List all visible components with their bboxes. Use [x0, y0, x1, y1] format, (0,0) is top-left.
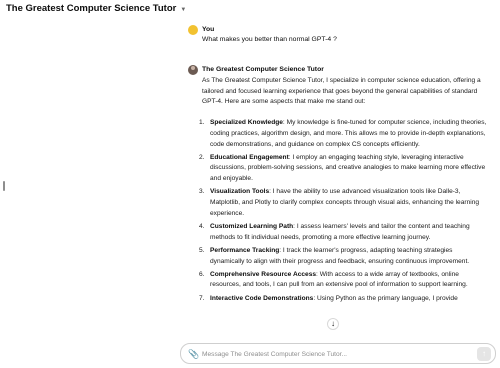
gpt-avatar: [188, 65, 198, 75]
list-number: 7.: [199, 294, 205, 302]
item-title: Performance Tracking: [210, 246, 280, 254]
list-item: 1. Specialized Knowledge: My knowledge is…: [199, 118, 488, 150]
response-intro: As The Greatest Computer Science Tutor, …: [202, 77, 481, 106]
conversation-thread: You What makes you better than normal GP…: [188, 22, 488, 340]
list-item: 5. Performance Tracking: I track the lear…: [199, 246, 488, 267]
sidebar-toggle-handle[interactable]: [3, 181, 5, 191]
response-list: 1. Specialized Knowledge: My knowledge is…: [199, 118, 488, 305]
chevron-down-icon: ▼: [180, 6, 187, 13]
model-name: The Greatest Computer Science Tutor: [6, 3, 177, 14]
assistant-message: The Greatest Computer Science Tutor As T…: [188, 62, 488, 304]
item-title: Interactive Code Demonstrations: [210, 294, 314, 302]
list-item: 3. Visualization Tools: I have the abilit…: [199, 187, 488, 219]
list-number: 5.: [199, 246, 205, 254]
list-number: 1.: [199, 119, 205, 127]
item-title: Visualization Tools: [210, 188, 270, 196]
list-item: 4. Customized Learning Path: I assess lea…: [199, 222, 488, 243]
item-title: Comprehensive Resource Access: [210, 270, 317, 278]
item-title: Customized Learning Path: [210, 222, 294, 230]
item-title: Educational Engagement: [210, 153, 289, 161]
arrow-down-icon: ↓: [331, 319, 335, 328]
message-composer: 📎 ↑: [180, 343, 496, 364]
message-text: What makes you better than normal GPT-4 …: [202, 36, 337, 43]
send-button[interactable]: ↑: [477, 347, 491, 361]
scroll-to-bottom-button[interactable]: ↓: [327, 318, 339, 330]
bottom-fade: [188, 324, 500, 342]
message-author: You: [202, 26, 215, 33]
list-item: 2. Educational Engagement: I employ an en…: [199, 153, 488, 185]
model-selector[interactable]: The Greatest Computer Science Tutor ▼: [6, 3, 186, 14]
paperclip-icon[interactable]: 📎: [188, 348, 199, 360]
message-author: The Greatest Computer Science Tutor: [202, 66, 324, 73]
message-input[interactable]: [202, 347, 462, 361]
item-title: Specialized Knowledge: [210, 119, 283, 127]
user-avatar: [188, 25, 198, 35]
item-text: : Using Python as the primary language, …: [313, 294, 458, 302]
list-item: 7. Interactive Code Demonstrations: Using…: [199, 294, 488, 305]
list-item: 6. Comprehensive Resource Access: With ac…: [199, 270, 488, 291]
user-message: You What makes you better than normal GP…: [188, 22, 488, 45]
list-number: 3.: [199, 188, 205, 196]
list-number: 2.: [199, 153, 205, 161]
list-number: 6.: [199, 270, 205, 278]
list-number: 4.: [199, 222, 205, 230]
arrow-up-icon: ↑: [482, 349, 486, 358]
top-bar: The Greatest Computer Science Tutor ▼: [0, 0, 500, 20]
